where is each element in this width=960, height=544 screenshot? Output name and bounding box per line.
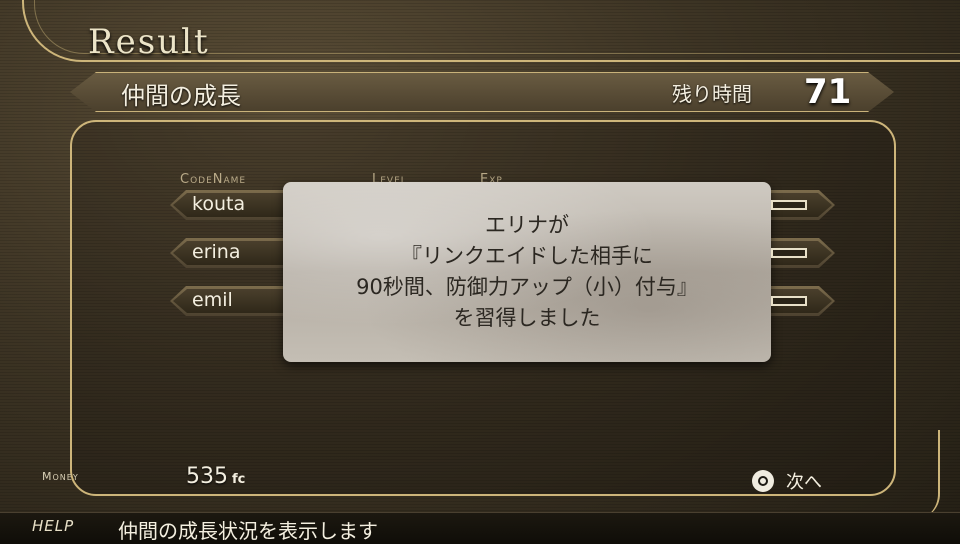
popup-line: を習得しました [453,306,601,330]
money-unit: fc [232,472,246,487]
time-remaining-value: 71 [804,72,852,112]
member-name: kouta [192,193,246,215]
exp-bar [771,248,807,258]
exp-bar [771,296,807,306]
popup-line: 90秒間、防御力アップ（小）付与』 [356,275,698,299]
member-name: emil [192,289,233,311]
result-screen: Result 仲間の成長 残り時間 71 CodeName Level Exp … [0,0,960,544]
page-title: Result [88,22,210,62]
help-text: 仲間の成長状況を表示します [118,519,378,543]
member-name: erina [192,241,241,263]
skill-learned-popup[interactable]: エリナが 『リンクエイドした相手に 90秒間、防御力アップ（小）付与』 を習得し… [283,182,771,362]
money-value: 535 [186,464,228,489]
next-label: 次へ [786,472,822,493]
help-label: HELP [32,517,75,535]
exp-bar [771,200,807,210]
next-button[interactable]: 次へ [752,468,822,494]
section-title: 仲間の成長 [121,82,241,110]
money-label: Money [42,470,79,483]
column-header-codename: CodeName [180,172,247,187]
time-remaining-label: 残り時間 [672,82,752,106]
circle-button-icon [752,470,774,492]
popup-line: 『リンクエイドした相手に [401,244,653,268]
popup-line: エリナが [485,213,569,237]
